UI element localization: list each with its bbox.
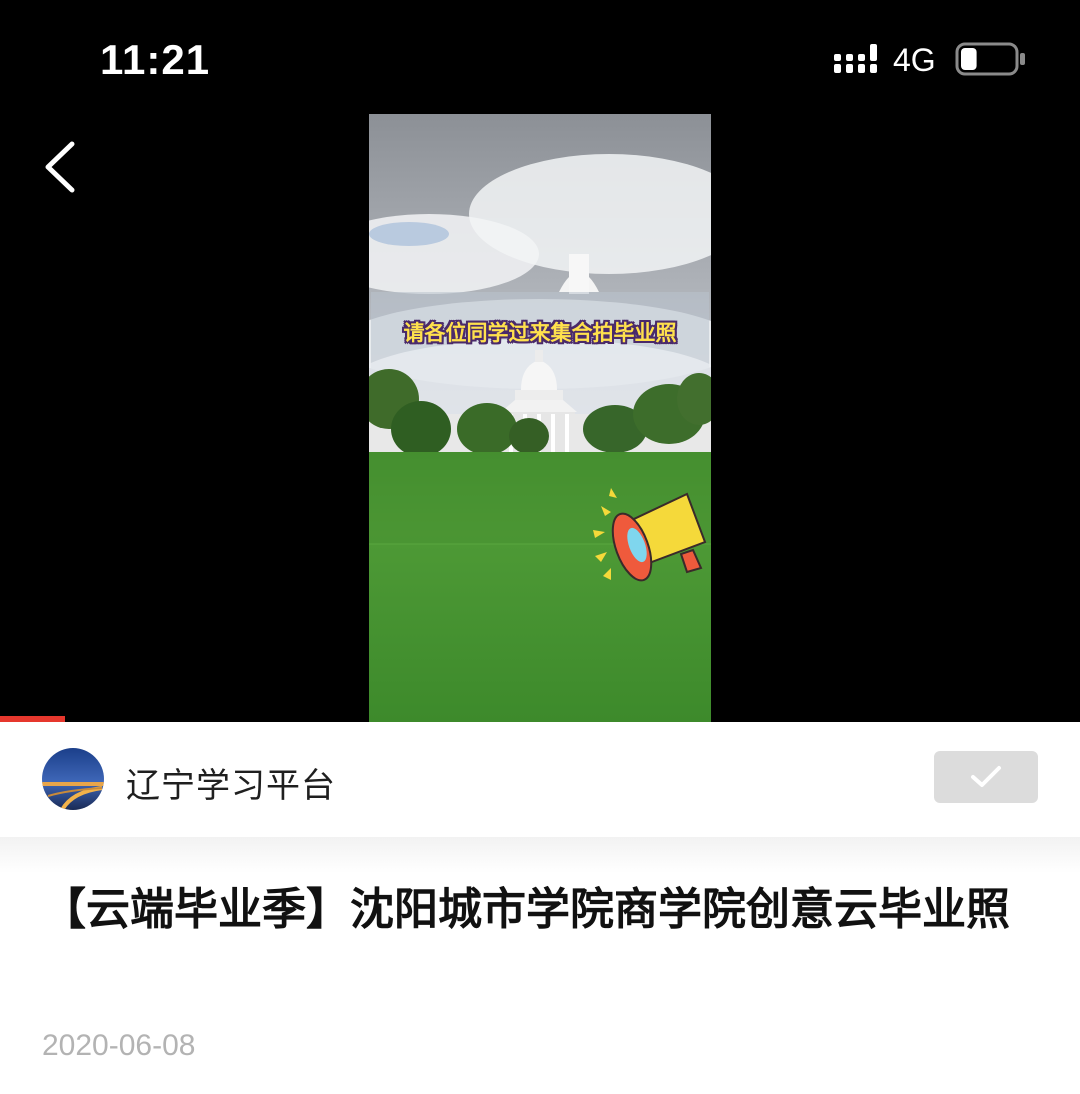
network-type: 4G (893, 42, 936, 78)
checkmark-icon (971, 766, 1001, 787)
video-frame[interactable]: 请各位同学过来集合拍毕业照 (369, 114, 711, 722)
account-avatar-image (42, 748, 104, 810)
chevron-left-icon (45, 141, 75, 193)
back-button[interactable] (36, 134, 92, 200)
cellular-signal-icon (834, 44, 877, 73)
article-date: 2020-06-08 (42, 1029, 196, 1062)
follow-button[interactable] (934, 751, 1038, 803)
avatar[interactable] (42, 748, 104, 810)
video-player: 11:21 4G 请各位同学过来集合拍毕业照 (0, 0, 1080, 722)
article-info: 【云端毕业季】沈阳城市学院商学院创意云毕业照 2020-06-08 (0, 837, 1080, 1094)
account-name[interactable]: 辽宁学习平台 (126, 758, 336, 807)
article-title: 【云端毕业季】沈阳城市学院商学院创意云毕业照 (42, 884, 1010, 935)
battery-icon (955, 42, 1025, 76)
status-time: 11:21 (100, 36, 211, 83)
status-bar: 11:21 4G (0, 0, 1080, 115)
video-still (369, 114, 711, 722)
video-caption: 请各位同学过来集合拍毕业照 (403, 321, 677, 345)
account-bar: 辽宁学习平台 (0, 722, 1080, 837)
